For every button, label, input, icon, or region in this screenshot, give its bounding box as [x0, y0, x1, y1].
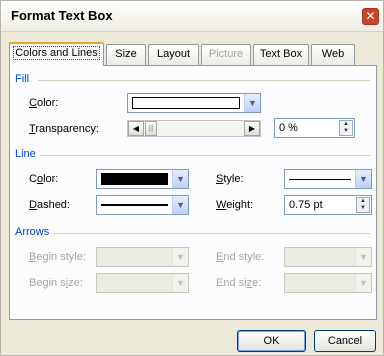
title-bar: Format Text Box ✕ [1, 1, 383, 32]
end-style-dropdown: ▼ [284, 247, 372, 267]
dashed-dropdown[interactable]: ▼ [96, 195, 189, 215]
fill-color-swatch [132, 97, 240, 109]
tab-layout[interactable]: Layout [148, 44, 199, 65]
colors-and-lines-panel: Fill Color: ▼ Transparency: ◀ ||| ▶ 0 % … [9, 65, 377, 320]
line-style-dropdown[interactable]: ▼ [284, 169, 372, 189]
line-divider [40, 155, 370, 156]
fill-divider [38, 80, 370, 81]
line-color-dropdown[interactable]: ▼ [96, 169, 189, 189]
close-icon: ✕ [365, 9, 376, 23]
line-style-preview [289, 179, 351, 180]
end-style-label: End style: [216, 251, 265, 263]
line-group-heading: Line [15, 148, 36, 160]
arrows-group-heading: Arrows [15, 226, 50, 238]
transparency-input[interactable]: 0 % ▲ ▼ [274, 118, 355, 138]
chevron-down-icon: ▼ [355, 274, 371, 292]
slider-thumb[interactable]: ||| [145, 121, 157, 136]
dashed-label: Dashed: [29, 199, 70, 211]
fill-color-dropdown[interactable]: ▼ [127, 93, 261, 113]
slider-left-arrow-icon[interactable]: ◀ [128, 121, 144, 136]
window-title: Format Text Box [11, 8, 113, 23]
ok-button[interactable]: OK [237, 330, 306, 352]
chevron-down-icon: ▼ [355, 170, 371, 188]
fill-color-label: Color: [29, 97, 59, 109]
slider-right-arrow-icon[interactable]: ▶ [244, 121, 260, 136]
chevron-down-icon: ▼ [172, 274, 188, 292]
chevron-down-icon: ▼ [172, 196, 188, 214]
begin-size-dropdown: ▼ [96, 273, 189, 293]
format-text-box-dialog: Format Text Box ✕ Colors and Lines Size … [0, 0, 384, 356]
fill-group-heading: Fill [15, 73, 30, 85]
tab-colors-and-lines[interactable]: Colors and Lines [9, 42, 104, 66]
weight-value: 0.75 pt [289, 199, 323, 211]
transparency-slider[interactable]: ◀ ||| ▶ [127, 120, 261, 137]
close-button[interactable]: ✕ [362, 8, 379, 25]
spin-up-down-icon[interactable]: ▲ ▼ [356, 197, 370, 213]
dash-style-preview [101, 204, 168, 206]
chevron-down-icon: ▼ [244, 94, 260, 112]
chevron-down-icon: ▼ [172, 248, 188, 266]
arrows-divider [53, 233, 370, 234]
line-style-label: Style: [216, 173, 244, 185]
tab-size[interactable]: Size [106, 44, 146, 65]
tab-picture: Picture [201, 44, 251, 65]
line-color-swatch [101, 173, 168, 185]
cancel-button[interactable]: Cancel [314, 330, 376, 352]
begin-style-dropdown: ▼ [96, 247, 189, 267]
weight-label: Weight: [216, 199, 254, 211]
tab-web[interactable]: Web [311, 44, 355, 65]
spin-up-down-icon[interactable]: ▲ ▼ [339, 120, 353, 136]
chevron-down-icon: ▼ [355, 248, 371, 266]
chevron-down-icon: ▼ [172, 170, 188, 188]
weight-input[interactable]: 0.75 pt ▲ ▼ [284, 195, 372, 215]
end-size-dropdown: ▼ [284, 273, 372, 293]
end-size-label: End size: [216, 277, 262, 289]
transparency-value: 0 % [279, 122, 298, 134]
line-color-label: Color: [29, 173, 59, 185]
begin-size-label: Begin size: [29, 277, 83, 289]
tab-text-box[interactable]: Text Box [253, 44, 309, 65]
begin-style-label: Begin style: [29, 251, 86, 263]
transparency-label: Transparency: [29, 123, 99, 135]
